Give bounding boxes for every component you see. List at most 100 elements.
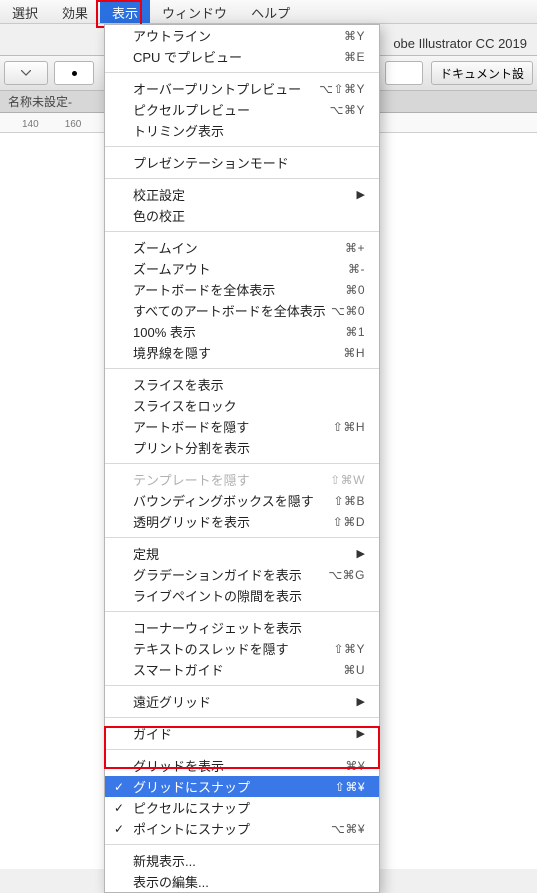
app-title: obe Illustrator CC 2019: [393, 36, 527, 51]
menu-item[interactable]: ✓ グリッドにスナップ ⇧⌘¥: [105, 776, 379, 797]
menu-item-label: グリッドにスナップ: [133, 777, 250, 796]
menu-shortcut: ⌘-: [348, 262, 365, 276]
menu-item[interactable]: グリッドを表示⌘¥: [105, 755, 379, 776]
menu-item[interactable]: ✓ポイントにスナップ⌥⌘¥: [105, 818, 379, 839]
menu-item-label: ピクセルプレビュー: [133, 100, 250, 119]
menu-item[interactable]: ピクセルプレビュー⌥⌘Y: [105, 99, 379, 120]
menu-item-label: 表示の編集...: [133, 872, 209, 891]
menubar-item-1[interactable]: 効果: [50, 0, 100, 23]
menu-item[interactable]: 色の校正: [105, 205, 379, 226]
menu-item[interactable]: ズームイン⌘+: [105, 237, 379, 258]
menubar-item-0[interactable]: 選択: [0, 0, 50, 23]
menu-shortcut: ⌥⇧⌘Y: [319, 82, 365, 96]
menu-separator: [105, 749, 379, 750]
menu-item[interactable]: プリント分割を表示: [105, 437, 379, 458]
menu-item-label: ピクセルにスナップ: [133, 798, 250, 817]
menu-shortcut: ⇧⌘¥: [335, 780, 365, 794]
menubar-item-3[interactable]: ウィンドウ: [150, 0, 239, 23]
menu-item[interactable]: 定規▶: [105, 543, 379, 564]
menu-item-label: アートボードを全体表示: [133, 280, 275, 299]
menu-item[interactable]: オーバープリントプレビュー ⌥⇧⌘Y: [105, 78, 379, 99]
menu-item-label: 校正設定: [133, 185, 185, 204]
menu-shortcut: ⌥⌘G: [328, 568, 365, 582]
menu-item-label: バウンディングボックスを隠す: [133, 491, 314, 510]
submenu-arrow-icon: ▶: [357, 695, 365, 708]
menu-shortcut: ⌥⌘¥: [331, 822, 365, 836]
menubar-item-4[interactable]: ヘルプ: [239, 0, 302, 23]
menu-item[interactable]: テキストのスレッドを隠す⇧⌘Y: [105, 638, 379, 659]
menu-separator: [105, 146, 379, 147]
menu-item[interactable]: コーナーウィジェットを表示: [105, 617, 379, 638]
menu-shortcut: ⇧⌘W: [330, 473, 365, 487]
menu-item[interactable]: スライスをロック: [105, 395, 379, 416]
menu-item[interactable]: 遠近グリッド ▶: [105, 691, 379, 712]
menu-shortcut: ⌘H: [343, 346, 365, 360]
stroke-weight-dropdown[interactable]: [4, 61, 48, 85]
menu-item[interactable]: アートボードを隠す ⇧⌘H: [105, 416, 379, 437]
menu-item-label: 境界線を隠す: [133, 343, 211, 362]
menu-separator: [105, 717, 379, 718]
menu-separator: [105, 611, 379, 612]
menu-item[interactable]: ズームアウト⌘-: [105, 258, 379, 279]
menu-item[interactable]: 表示の編集...: [105, 871, 379, 892]
menu-item-label: プリント分割を表示: [133, 438, 250, 457]
menu-item[interactable]: 校正設定▶: [105, 184, 379, 205]
menu-item[interactable]: スライスを表示: [105, 374, 379, 395]
menu-shortcut: ⌘0: [345, 283, 365, 297]
document-setup-button[interactable]: ドキュメント設: [431, 61, 533, 85]
menubar-item-2[interactable]: 表示: [100, 0, 150, 23]
menu-item[interactable]: バウンディングボックスを隠す ⇧⌘B: [105, 490, 379, 511]
menu-item[interactable]: CPU でプレビュー ⌘E: [105, 46, 379, 67]
menu-item[interactable]: アートボードを全体表示 ⌘0: [105, 279, 379, 300]
menu-item[interactable]: トリミング表示: [105, 120, 379, 141]
menu-item[interactable]: 100% 表示⌘1: [105, 321, 379, 342]
menu-item[interactable]: ✓ ピクセルにスナップ: [105, 797, 379, 818]
stroke-style-swatch[interactable]: [54, 61, 94, 85]
menu-separator: [105, 178, 379, 179]
menu-item[interactable]: 境界線を隠す ⌘H: [105, 342, 379, 363]
check-icon: ✓: [114, 822, 124, 836]
menu-item[interactable]: ガイド▶: [105, 723, 379, 744]
menu-item-label: 透明グリッドを表示: [133, 512, 250, 531]
view-menu-dropdown: アウトライン ⌘Y CPU でプレビュー ⌘E オーバープリントプレビュー ⌥⇧⌘Y ピクセ…: [104, 24, 380, 893]
menu-item: テンプレートを隠す⇧⌘W: [105, 469, 379, 490]
menu-item-label: 新規表示...: [133, 851, 196, 870]
check-icon: ✓: [114, 780, 124, 794]
menu-item-label: アウトライン: [133, 26, 211, 45]
menu-item-label: ライブペイントの隙間を表示: [133, 586, 302, 605]
menu-shortcut: ⇧⌘B: [333, 494, 365, 508]
fill-swatch[interactable]: [385, 61, 423, 85]
menu-item[interactable]: 新規表示...: [105, 850, 379, 871]
menu-separator: [105, 537, 379, 538]
menu-separator: [105, 231, 379, 232]
menu-separator: [105, 72, 379, 73]
menu-item-label: ガイド: [133, 724, 172, 743]
menu-separator: [105, 685, 379, 686]
menu-shortcut: ⌘E: [344, 50, 365, 64]
check-icon: ✓: [114, 801, 124, 815]
submenu-arrow-icon: ▶: [357, 547, 365, 560]
document-tab[interactable]: 名称未設定-: [8, 93, 72, 110]
menu-item-label: スマートガイド: [133, 660, 224, 679]
menu-item-label: テキストのスレッドを隠す: [133, 639, 289, 658]
menu-item[interactable]: アウトライン ⌘Y: [105, 25, 379, 46]
menu-item[interactable]: すべてのアートボードを全体表示⌥⌘0: [105, 300, 379, 321]
menu-shortcut: ⌘1: [345, 325, 365, 339]
menu-item-label: スライスをロック: [133, 396, 237, 415]
chevron-down-icon: [21, 70, 31, 76]
menu-shortcut: ⌘Y: [344, 29, 365, 43]
menu-item[interactable]: スマートガイド ⌘U: [105, 659, 379, 680]
menu-shortcut: ⇧⌘H: [333, 420, 365, 434]
menu-item-label: 遠近グリッド: [133, 692, 211, 711]
menu-item-label: トリミング表示: [133, 121, 224, 140]
menu-item[interactable]: 透明グリッドを表示⇧⌘D: [105, 511, 379, 532]
menu-item-label: オーバープリントプレビュー: [133, 79, 301, 98]
menu-item[interactable]: プレゼンテーションモード: [105, 152, 379, 173]
menu-item[interactable]: グラデーションガイドを表示⌥⌘G: [105, 564, 379, 585]
menu-shortcut: ⌘U: [343, 663, 365, 677]
menu-item-label: アートボードを隠す: [133, 417, 249, 436]
menu-item[interactable]: ライブペイントの隙間を表示: [105, 585, 379, 606]
menu-separator: [105, 463, 379, 464]
menu-item-label: CPU でプレビュー: [133, 47, 242, 66]
menu-item-label: ズームイン: [133, 238, 198, 257]
